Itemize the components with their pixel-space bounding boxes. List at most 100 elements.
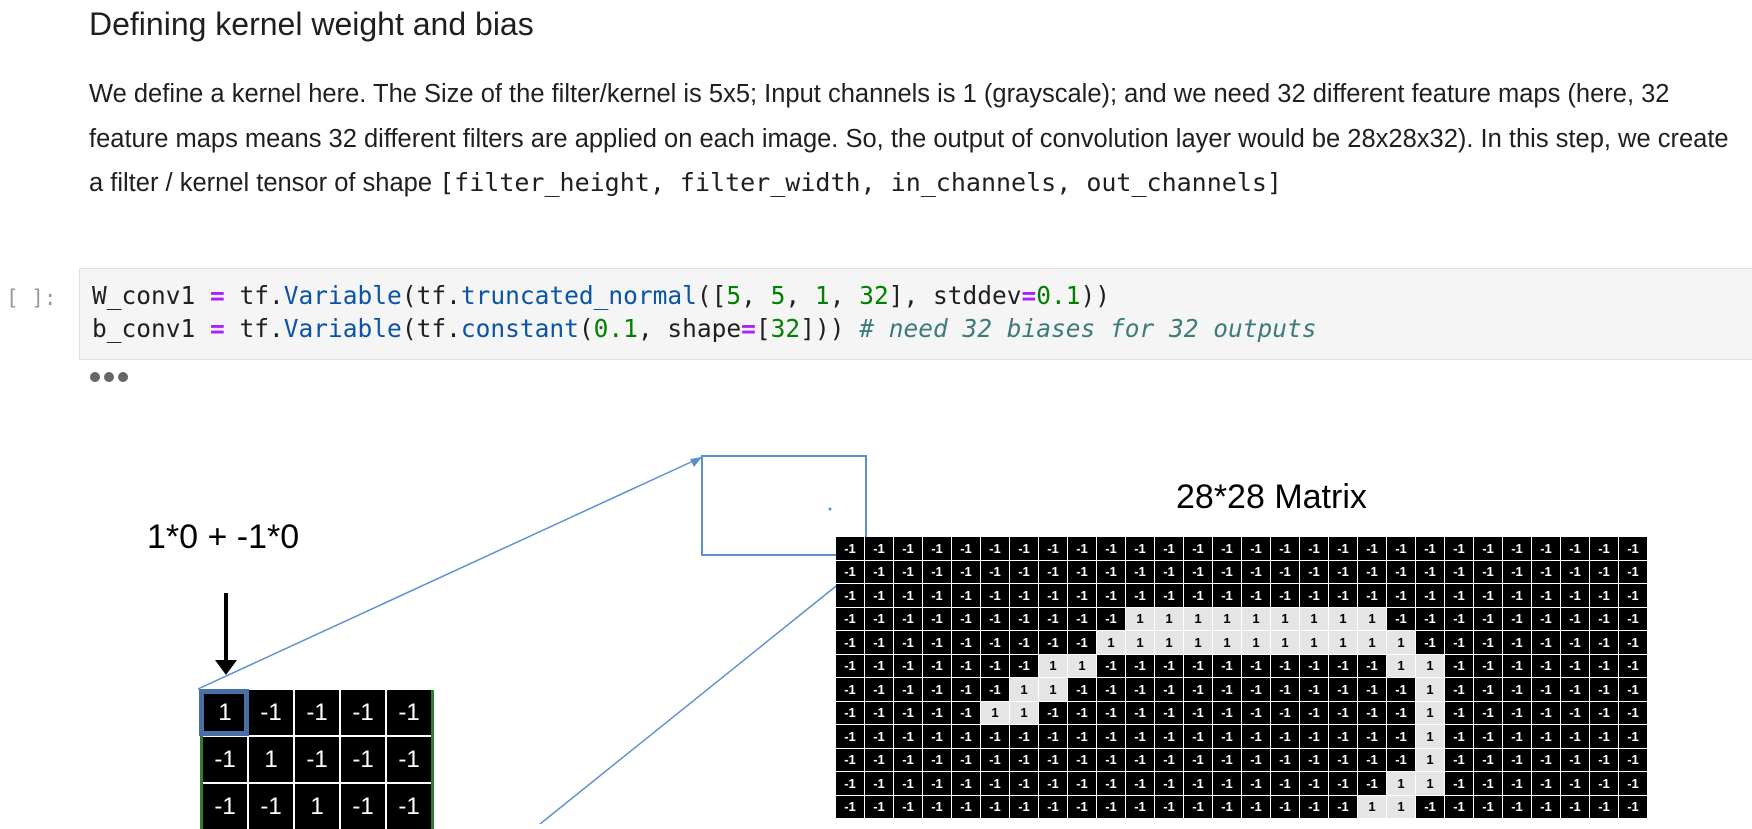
matrix-cell: -1 — [923, 725, 951, 748]
matrix-cell: -1 — [1155, 701, 1183, 724]
matrix-cell: -1 — [1503, 772, 1531, 795]
matrix-cell: -1 — [1068, 537, 1096, 560]
matrix-cell: -1 — [1300, 795, 1328, 818]
matrix-cell: -1 — [1213, 701, 1241, 724]
matrix-cell: -1 — [1300, 748, 1328, 771]
matrix-cell: -1 — [981, 584, 1009, 607]
collapsed-output-ellipsis-icon[interactable] — [90, 372, 128, 382]
matrix-cell: -1 — [1445, 725, 1473, 748]
matrix-cell: -1 — [1155, 748, 1183, 771]
matrix-cell: -1 — [1474, 584, 1502, 607]
code-editor[interactable]: W_conv1 = tf.Variable(tf.truncated_norma… — [79, 268, 1752, 360]
matrix-cell: -1 — [1010, 607, 1038, 630]
matrix-cell: -1 — [1474, 725, 1502, 748]
matrix-cell: -1 — [1039, 607, 1067, 630]
matrix-cell: -1 — [894, 537, 922, 560]
matrix-cell: -1 — [1532, 748, 1560, 771]
matrix-cell: -1 — [1242, 654, 1270, 677]
matrix-cell: -1 — [836, 701, 864, 724]
matrix-cell: 1 — [1068, 654, 1096, 677]
kernel-cell: -1 — [341, 784, 385, 829]
matrix-cell: -1 — [1242, 584, 1270, 607]
matrix-cell: -1 — [1445, 584, 1473, 607]
matrix-cell: -1 — [1619, 772, 1647, 795]
matrix-cell: -1 — [1010, 560, 1038, 583]
matrix-title: 28*28 Matrix — [1176, 478, 1367, 516]
kernel-cell: -1 — [387, 690, 431, 735]
matrix-cell: -1 — [1300, 537, 1328, 560]
matrix-cell: -1 — [1039, 701, 1067, 724]
matrix-cell: 1 — [1184, 607, 1212, 630]
matrix-cell: 1 — [1416, 678, 1444, 701]
matrix-cell: -1 — [1097, 537, 1125, 560]
matrix-cell: -1 — [1184, 772, 1212, 795]
matrix-cell: -1 — [1387, 701, 1415, 724]
matrix-cell: -1 — [1213, 748, 1241, 771]
kernel-cell: -1 — [295, 737, 339, 782]
matrix-cell: -1 — [1097, 584, 1125, 607]
matrix-cell: -1 — [1590, 560, 1618, 583]
matrix-cell: -1 — [865, 607, 893, 630]
matrix-cell: -1 — [1068, 772, 1096, 795]
kernel-cell: -1 — [249, 690, 293, 735]
matrix-cell: -1 — [1097, 560, 1125, 583]
matrix-cell: -1 — [1503, 725, 1531, 748]
matrix-cell: -1 — [1155, 560, 1183, 583]
matrix-cell: -1 — [1561, 725, 1589, 748]
matrix-cell: 1 — [1416, 725, 1444, 748]
matrix-cell: -1 — [1619, 584, 1647, 607]
matrix-cell: 1 — [1387, 772, 1415, 795]
matrix-cell: -1 — [1358, 748, 1386, 771]
matrix-cell: -1 — [1097, 725, 1125, 748]
matrix-cell: -1 — [894, 631, 922, 654]
matrix-cell: -1 — [1503, 537, 1531, 560]
matrix-cell: -1 — [1126, 560, 1154, 583]
matrix-cell: -1 — [1532, 678, 1560, 701]
matrix-cell: -1 — [1300, 725, 1328, 748]
matrix-cell: -1 — [1068, 725, 1096, 748]
matrix-cell: -1 — [1474, 748, 1502, 771]
matrix-cell: -1 — [1329, 701, 1357, 724]
kernel-cell: -1 — [203, 784, 247, 829]
matrix-cell: -1 — [1561, 748, 1589, 771]
matrix-cell: -1 — [1271, 537, 1299, 560]
matrix-cell: -1 — [1445, 772, 1473, 795]
matrix-cell: -1 — [1503, 607, 1531, 630]
matrix-cell: -1 — [1126, 654, 1154, 677]
matrix-cell: -1 — [1097, 678, 1125, 701]
kernel-cell: 1 — [295, 784, 339, 829]
matrix-cell: -1 — [1561, 560, 1589, 583]
matrix-cell: -1 — [1532, 631, 1560, 654]
matrix-cell: -1 — [1155, 725, 1183, 748]
matrix-cell: -1 — [865, 678, 893, 701]
matrix-cell: 1 — [1271, 607, 1299, 630]
matrix-cell: -1 — [1474, 678, 1502, 701]
matrix-cell: -1 — [1590, 654, 1618, 677]
kernel-cell: -1 — [203, 737, 247, 782]
matrix-cell: -1 — [1387, 537, 1415, 560]
matrix-cell: -1 — [1503, 701, 1531, 724]
matrix-cell: -1 — [836, 725, 864, 748]
matrix-cell: -1 — [952, 654, 980, 677]
matrix-cell: 1 — [1387, 631, 1415, 654]
matrix-cell: -1 — [1590, 795, 1618, 818]
matrix-cell: -1 — [1503, 560, 1531, 583]
matrix-cell: -1 — [1387, 607, 1415, 630]
matrix-cell: -1 — [1387, 725, 1415, 748]
matrix-cell: -1 — [1561, 795, 1589, 818]
matrix-cell: -1 — [1213, 795, 1241, 818]
kernel-cell: -1 — [295, 690, 339, 735]
matrix-cell: -1 — [1561, 584, 1589, 607]
matrix-cell: -1 — [1387, 560, 1415, 583]
matrix-cell: -1 — [1445, 748, 1473, 771]
matrix-cell: -1 — [1039, 795, 1067, 818]
matrix-cell: -1 — [836, 631, 864, 654]
matrix-cell: -1 — [1242, 678, 1270, 701]
code-line-1: W_conv1 = tf.Variable(tf.truncated_norma… — [92, 281, 1111, 310]
matrix-cell: -1 — [1010, 795, 1038, 818]
matrix-cell: -1 — [865, 631, 893, 654]
matrix-cell: -1 — [923, 678, 951, 701]
matrix-cell: -1 — [1387, 584, 1415, 607]
matrix-cell: -1 — [1184, 654, 1212, 677]
matrix-cell: 1 — [1184, 631, 1212, 654]
